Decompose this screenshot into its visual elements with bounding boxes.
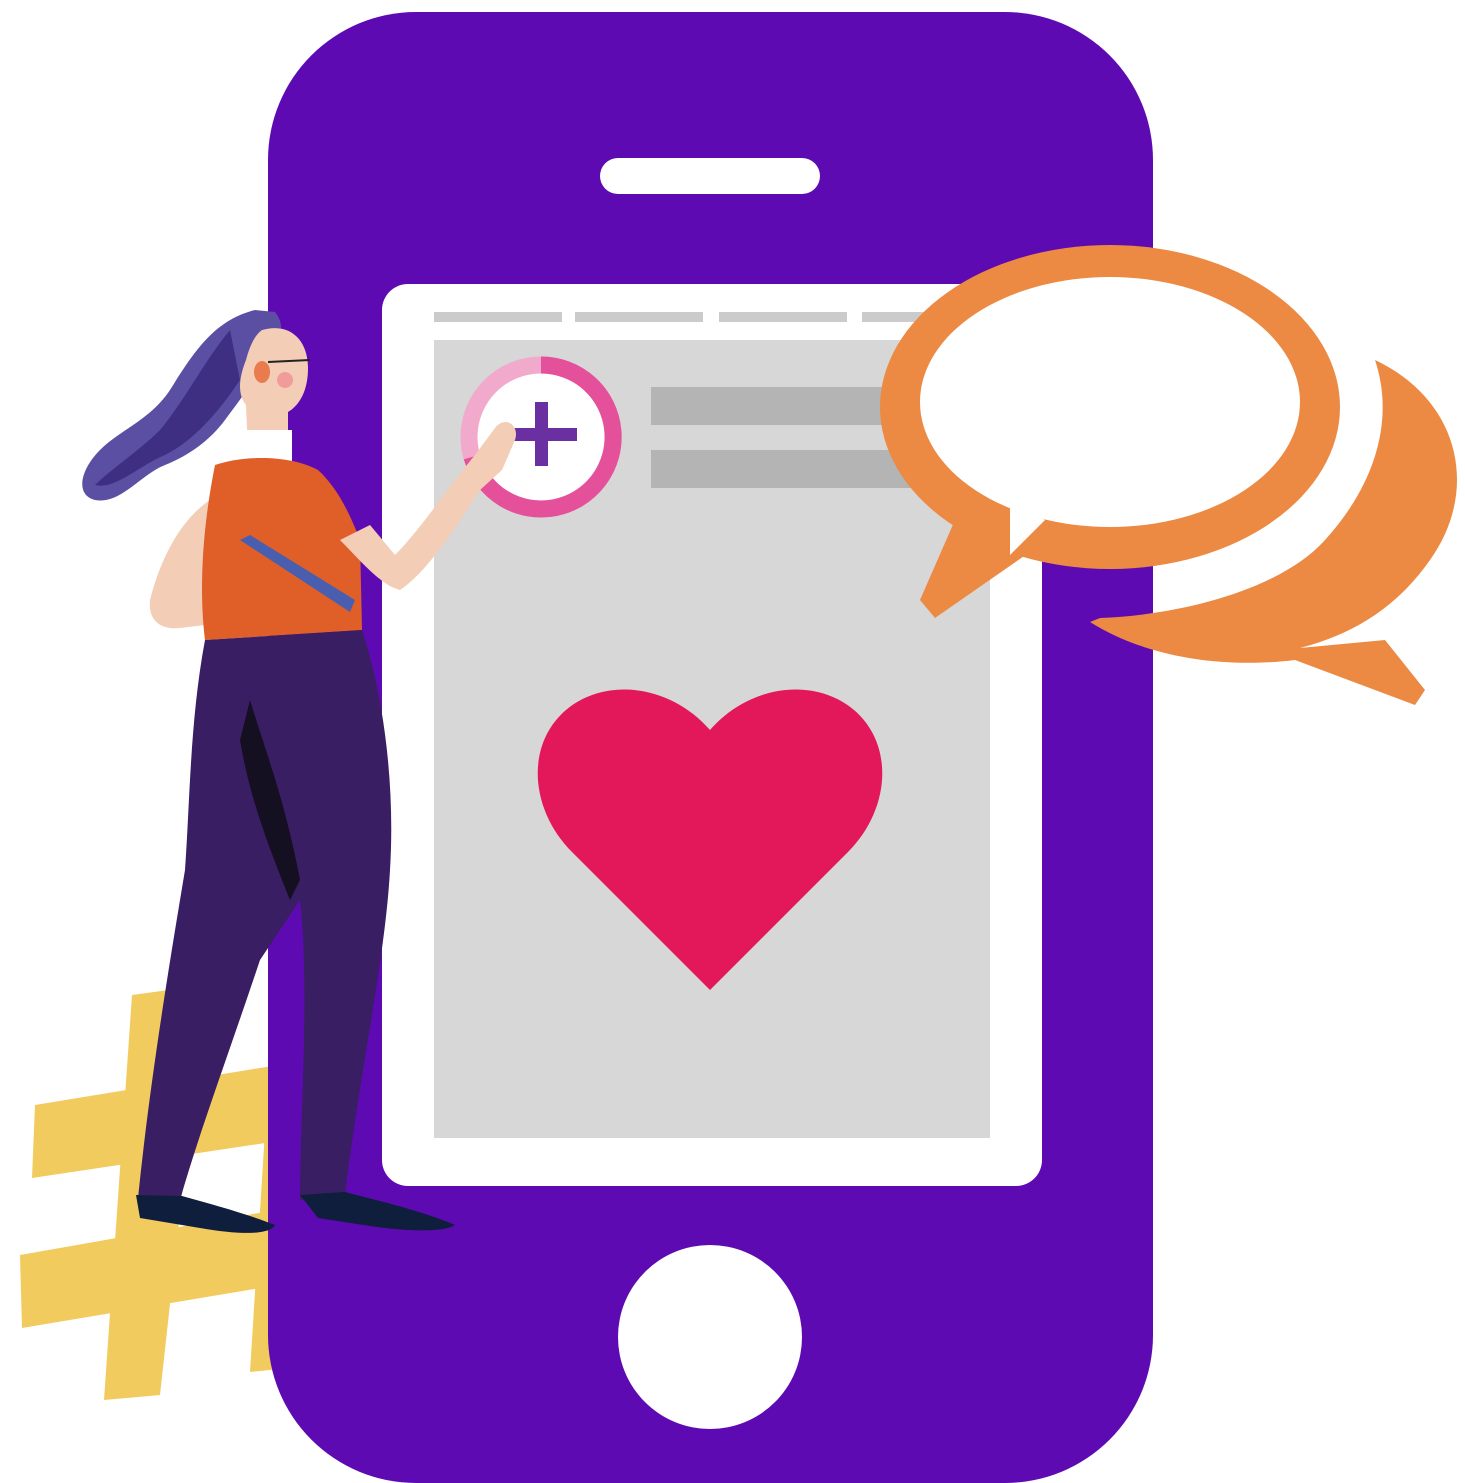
text-placeholder-bar bbox=[651, 450, 916, 488]
tab-placeholder[interactable] bbox=[434, 312, 562, 322]
text-placeholder-bar bbox=[651, 387, 916, 425]
tab-placeholder[interactable] bbox=[719, 312, 847, 322]
illustration bbox=[0, 0, 1465, 1483]
tab-placeholder[interactable] bbox=[575, 312, 703, 322]
tab-bar bbox=[434, 312, 962, 322]
home-button-icon[interactable] bbox=[618, 1245, 802, 1429]
phone-speaker bbox=[600, 158, 820, 194]
